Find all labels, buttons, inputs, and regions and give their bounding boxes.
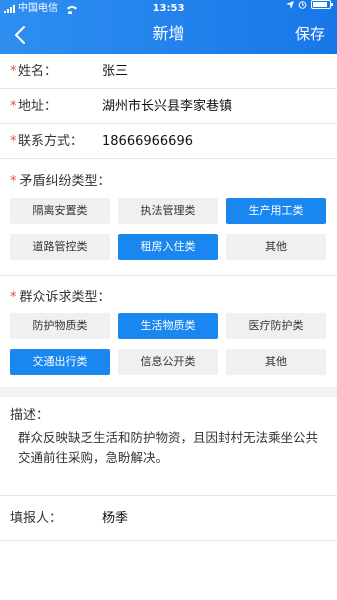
required-marker: * (10, 64, 17, 79)
contact-row[interactable]: * 联系方式： 18666966696 (0, 124, 337, 159)
reporter-value: 杨季 (102, 511, 129, 526)
address-row[interactable]: * 地址： 湖州市长兴县李家巷镇 (0, 89, 337, 124)
required-marker: * (10, 290, 17, 305)
status-right (286, 0, 333, 9)
name-row[interactable]: * 姓名： 张三 (0, 54, 337, 89)
dispute-types-label: 矛盾纠纷类型： (19, 174, 111, 189)
dispute-option-1[interactable]: 执法管理类 (118, 198, 218, 224)
appeal-option-2[interactable]: 医疗防护类 (226, 313, 326, 339)
dispute-option-4[interactable]: 租房入住类 (118, 234, 218, 260)
save-button[interactable]: 保存 (295, 24, 325, 44)
contact-label: 联系方式： (18, 134, 84, 149)
appeal-option-1[interactable]: 生活物质类 (118, 313, 218, 339)
description-label: 描述： (10, 408, 50, 423)
battery-icon (311, 0, 333, 9)
divider (0, 275, 337, 276)
dispute-option-3[interactable]: 道路管控类 (10, 234, 110, 260)
page-title: 新增 (152, 24, 185, 43)
required-marker: * (10, 134, 17, 149)
divider (0, 540, 337, 541)
address-field[interactable]: 湖州市长兴县李家巷镇 (102, 89, 232, 124)
description-field[interactable]: 群众反映缺乏生活和防护物资，且因封村无法乘坐公共交通前往采购，急盼解决。 (18, 428, 323, 468)
location-icon (286, 0, 294, 9)
required-marker: * (10, 174, 17, 189)
name-field[interactable]: 张三 (102, 54, 128, 89)
status-bar: 中国电信 13:53 (0, 0, 337, 18)
appeal-types-title: * 群众诉求类型： (10, 286, 111, 305)
reporter-label: 填报人： (10, 511, 63, 526)
dispute-option-0[interactable]: 隔离安置类 (10, 198, 110, 224)
appeal-option-3[interactable]: 交通出行类 (10, 349, 110, 375)
dispute-types-title: * 矛盾纠纷类型： (10, 170, 111, 189)
address-label: 地址： (18, 99, 58, 114)
appeal-option-4[interactable]: 信息公开类 (118, 349, 218, 375)
app-header: 中国电信 13:53 新增 保存 (0, 0, 337, 54)
form-body: * 姓名： 张三 * 地址： 湖州市长兴县李家巷镇 * 联系方式： 186669… (0, 54, 337, 600)
section-separator (0, 387, 337, 397)
dispute-option-2[interactable]: 生产用工类 (226, 198, 326, 224)
name-label: 姓名： (18, 64, 58, 79)
contact-field[interactable]: 18666966696 (102, 124, 193, 159)
dispute-option-5[interactable]: 其他 (226, 234, 326, 260)
reporter-row: 填报人： 杨季 (0, 501, 337, 536)
appeal-option-5[interactable]: 其他 (226, 349, 326, 375)
divider (0, 495, 337, 496)
alarm-icon (298, 1, 307, 9)
appeal-types-label: 群众诉求类型： (19, 290, 111, 305)
appeal-option-0[interactable]: 防护物质类 (10, 313, 110, 339)
required-marker: * (10, 99, 17, 114)
